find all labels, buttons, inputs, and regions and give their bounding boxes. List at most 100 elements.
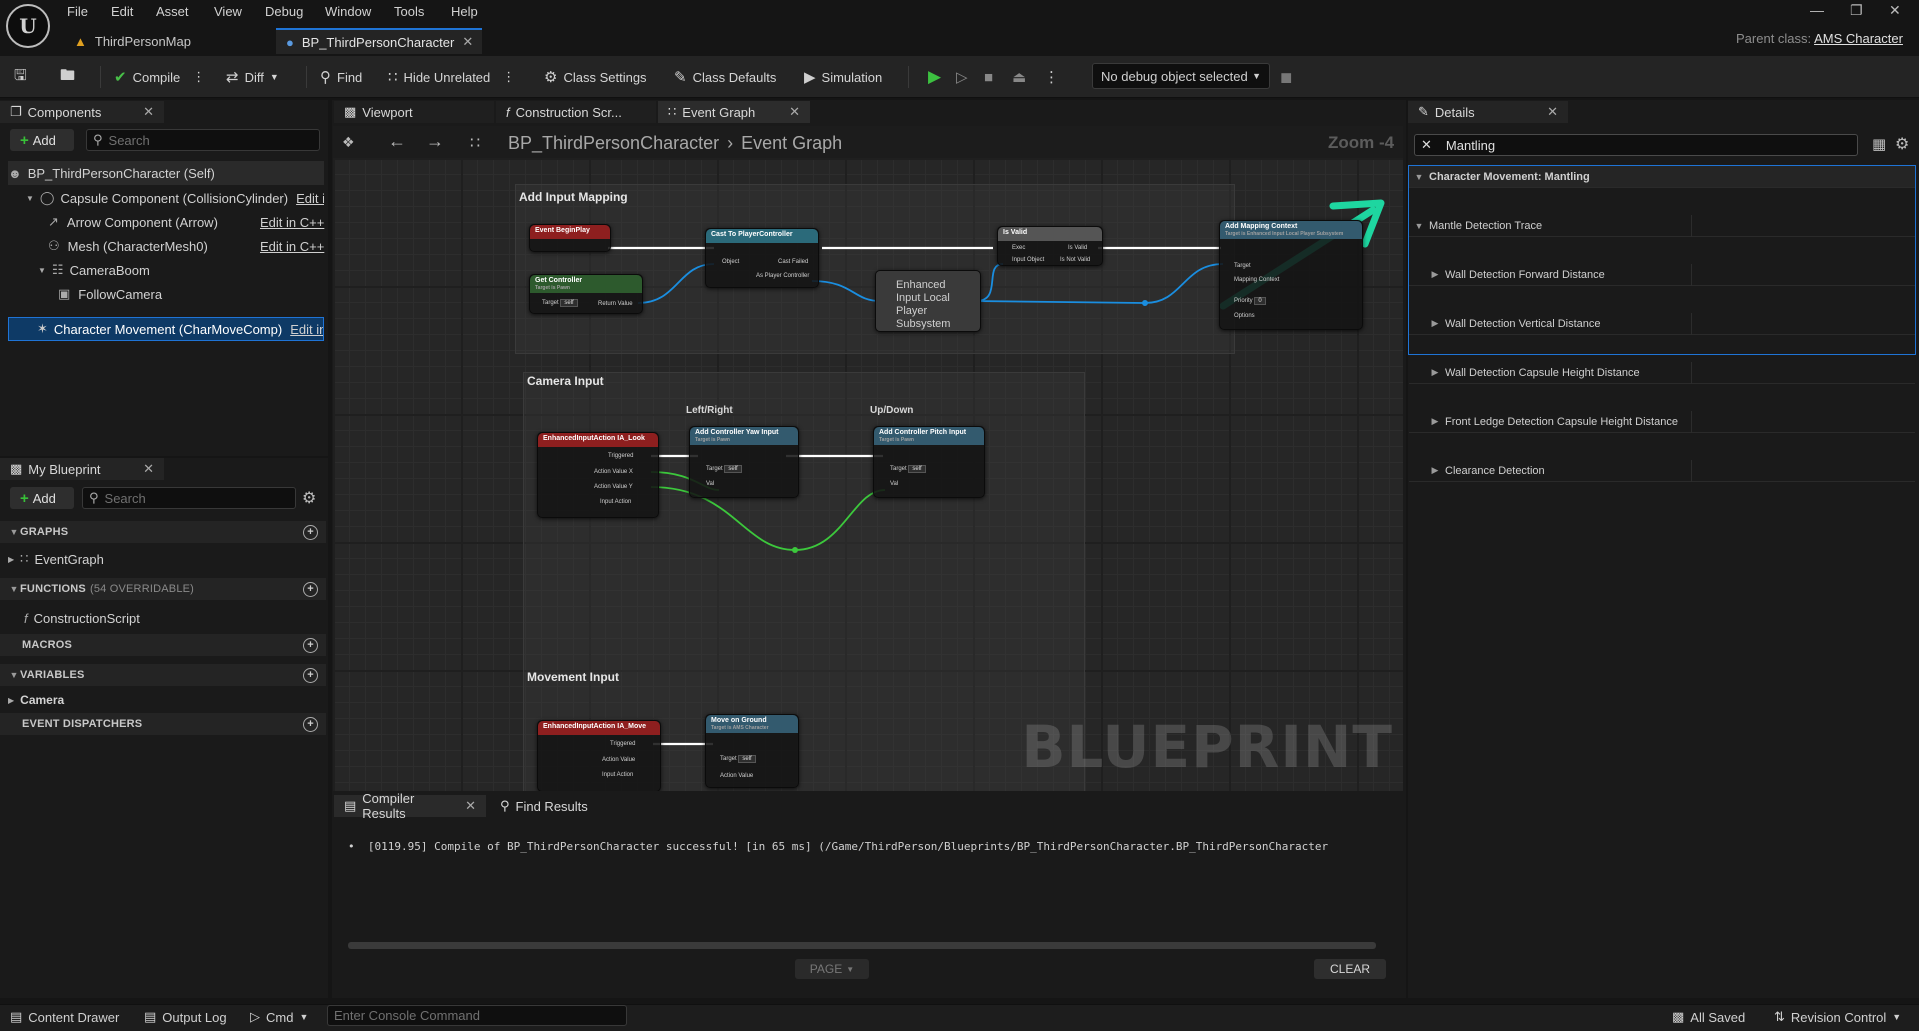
minimize-icon[interactable]: — xyxy=(1810,2,1824,18)
cmd-select[interactable]: ▷ Cmd ▼ xyxy=(250,1008,308,1026)
details-row[interactable]: ▶ Wall Detection Vertical Distance xyxy=(1409,313,1915,335)
tab-details[interactable]: ✎ Details ✕ xyxy=(1408,101,1568,123)
save-icon[interactable]: 🖫 xyxy=(14,65,27,89)
eject-icon[interactable]: ⏏ xyxy=(1012,65,1026,89)
function-constructionscript[interactable]: f ConstructionScript xyxy=(24,606,324,630)
parent-class-link[interactable]: AMS Character xyxy=(1814,31,1903,46)
browse-icon[interactable]: 🖿 xyxy=(60,65,75,89)
close-tab-icon[interactable]: ✕ xyxy=(462,34,473,50)
add-dispatcher-icon[interactable]: + xyxy=(303,716,318,732)
add-variable-icon[interactable]: + xyxy=(303,667,318,683)
node-add-controller-yaw-input[interactable]: Add Controller Yaw Input Target is Pawn T… xyxy=(689,426,799,498)
clear-search-icon[interactable]: ✕ xyxy=(1421,137,1432,153)
node-enhanced-input-subsystem[interactable]: Enhanced Input Local Player Subsystem xyxy=(875,270,981,332)
section-variables[interactable]: ▼ VARIABLES + xyxy=(0,664,326,686)
debug-object-select[interactable]: No debug object selected ▼ xyxy=(1092,63,1270,89)
menu-asset[interactable]: Asset xyxy=(156,4,189,19)
stop-icon[interactable]: ■ xyxy=(984,65,993,89)
variable-category-camera[interactable]: ▶ Camera xyxy=(8,688,324,712)
compile-button[interactable]: ✔ Compile ⋮ xyxy=(114,65,205,89)
chevron-right-icon[interactable]: ▶ xyxy=(8,696,14,705)
graph-eventgraph[interactable]: ▶ ∷ EventGraph xyxy=(8,547,324,571)
forward-arrow-icon[interactable]: → xyxy=(426,131,444,152)
details-row[interactable]: ▶ Wall Detection Forward Distance xyxy=(1409,264,1915,286)
details-row[interactable]: ▶ Clearance Detection xyxy=(1409,460,1915,482)
content-drawer-button[interactable]: ▤ Content Drawer xyxy=(10,1008,119,1026)
diff-button[interactable]: ⇄ Diff ▼ xyxy=(226,65,279,89)
menu-file[interactable]: File xyxy=(67,4,88,19)
unreal-logo-icon[interactable]: U xyxy=(6,4,50,48)
section-functions[interactable]: ▼ FUNCTIONS (54 OVERRIDABLE) + xyxy=(0,578,326,600)
gear-icon[interactable]: ⚙ xyxy=(1895,134,1909,154)
step-icon[interactable]: ▷ xyxy=(956,65,968,89)
tab-compiler-results[interactable]: ▤ Compiler Results ✕ xyxy=(334,791,486,821)
component-self[interactable]: ☻ BP_ThirdPersonCharacter (Self) xyxy=(8,161,324,185)
menu-debug[interactable]: Debug xyxy=(265,4,303,19)
back-arrow-icon[interactable]: ← xyxy=(388,131,406,152)
class-defaults-button[interactable]: ✎ Class Defaults xyxy=(674,65,776,89)
debug-filter-icon[interactable]: ◼ xyxy=(1280,65,1292,89)
section-graphs[interactable]: ▼ GRAPHS + xyxy=(0,521,326,543)
simulation-button[interactable]: ▶ Simulation xyxy=(804,65,882,89)
edit-in-cpp-link[interactable]: Edit in xyxy=(296,191,324,206)
node-cast-to-playercontroller[interactable]: Cast To PlayerController Object Cast Fai… xyxy=(705,228,819,288)
add-member-button[interactable]: + Add xyxy=(10,487,74,509)
component-character-movement[interactable]: ✶ Character Movement (CharMoveComp) Edit… xyxy=(8,317,324,341)
tab-event-graph[interactable]: ∷ Event Graph ✕ xyxy=(658,101,810,123)
details-group[interactable]: ▼ Mantle Detection Trace xyxy=(1409,215,1915,237)
close-icon[interactable]: ✕ xyxy=(1547,104,1558,120)
section-macros[interactable]: MACROS + xyxy=(0,634,326,656)
edit-in-cpp-link[interactable]: Edit in xyxy=(290,322,323,337)
component-cameraboom[interactable]: ▼ ☷ CameraBoom xyxy=(38,258,324,282)
hide-unrelated-button[interactable]: ∷ Hide Unrelated ⋮ xyxy=(388,65,515,89)
menu-tools[interactable]: Tools xyxy=(394,4,424,19)
node-event-beginplay[interactable]: Event BeginPlay xyxy=(529,224,611,252)
node-add-mapping-context[interactable]: Add Mapping Context Target is Enhanced In… xyxy=(1219,220,1363,330)
tab-my-blueprint[interactable]: ▩ My Blueprint ✕ xyxy=(0,458,164,480)
menu-view[interactable]: View xyxy=(214,4,242,19)
edit-in-cpp-link[interactable]: Edit in C++ xyxy=(260,239,324,254)
details-row[interactable]: ▶ Wall Detection Capsule Height Distance xyxy=(1409,362,1915,384)
table-view-icon[interactable]: ▦ xyxy=(1872,135,1886,153)
chevron-down-icon[interactable]: ▼ xyxy=(38,266,46,275)
output-log-button[interactable]: ▤ Output Log xyxy=(144,1008,227,1026)
chevron-down-icon[interactable]: ▼ xyxy=(26,194,34,203)
more-icon[interactable]: ⋮ xyxy=(1044,65,1059,89)
edit-in-cpp-link[interactable]: Edit in C++ xyxy=(260,215,324,230)
node-is-valid[interactable]: Is Valid Exec Is Valid Input Object Is N… xyxy=(997,226,1103,266)
components-search-input[interactable]: ⚲ Search xyxy=(86,129,320,151)
my-blueprint-search-input[interactable]: ⚲ Search xyxy=(82,487,296,509)
tab-viewport[interactable]: ▩ Viewport xyxy=(334,101,494,123)
details-row[interactable]: ▶ Front Ledge Detection Capsule Height D… xyxy=(1409,411,1915,433)
restore-icon[interactable]: ❐ xyxy=(1850,2,1863,19)
add-graph-icon[interactable]: + xyxy=(303,524,318,540)
menu-window[interactable]: Window xyxy=(325,4,371,19)
tab-bp-thirdpersoncharacter[interactable]: ● BP_ThirdPersonCharacter ✕ xyxy=(276,28,482,54)
menu-help[interactable]: Help xyxy=(451,4,478,19)
node-ia-look[interactable]: EnhancedInputAction IA_Look Triggered Ac… xyxy=(537,432,659,518)
add-macro-icon[interactable]: + xyxy=(303,637,318,653)
clear-button[interactable]: CLEAR xyxy=(1314,959,1386,979)
add-component-button[interactable]: + Add xyxy=(10,129,74,151)
details-category[interactable]: ▼ Character Movement: Mantling xyxy=(1409,166,1915,188)
bookmark-icon[interactable]: ❖ xyxy=(342,134,355,151)
chevron-right-icon[interactable]: ▶ xyxy=(8,555,14,564)
tab-thirdpersonmap[interactable]: ▲ ThirdPersonMap xyxy=(64,28,274,54)
node-get-controller[interactable]: Get Controller Target is Pawn Target self… xyxy=(529,274,643,314)
close-icon[interactable]: ✕ xyxy=(143,104,154,120)
horizontal-scrollbar[interactable] xyxy=(348,942,1376,949)
graph-canvas[interactable]: Zoom -4 Add Input Mapping Camera Input M… xyxy=(333,158,1403,791)
close-icon[interactable]: ✕ xyxy=(143,461,154,477)
details-search-input[interactable]: ✕ Mantling xyxy=(1414,134,1858,156)
all-saved-status[interactable]: ▩ All Saved xyxy=(1672,1008,1745,1026)
component-mesh[interactable]: ⚇ Mesh (CharacterMesh0) Edit in C++ xyxy=(48,234,324,258)
breadcrumb-root[interactable]: BP_ThirdPersonCharacter xyxy=(508,133,719,154)
find-button[interactable]: ⚲ Find xyxy=(320,65,362,89)
more-icon[interactable]: ⋮ xyxy=(502,69,515,85)
class-settings-button[interactable]: ⚙ Class Settings xyxy=(544,65,647,89)
component-capsule[interactable]: ▼ ◯ Capsule Component (CollisionCylinder… xyxy=(26,186,324,210)
add-function-icon[interactable]: + xyxy=(303,581,318,597)
component-followcamera[interactable]: ▣ FollowCamera xyxy=(58,282,324,306)
console-command-input[interactable]: Enter Console Command xyxy=(327,1005,627,1026)
revision-control-button[interactable]: ⇅ Revision Control ▼ xyxy=(1774,1008,1901,1026)
